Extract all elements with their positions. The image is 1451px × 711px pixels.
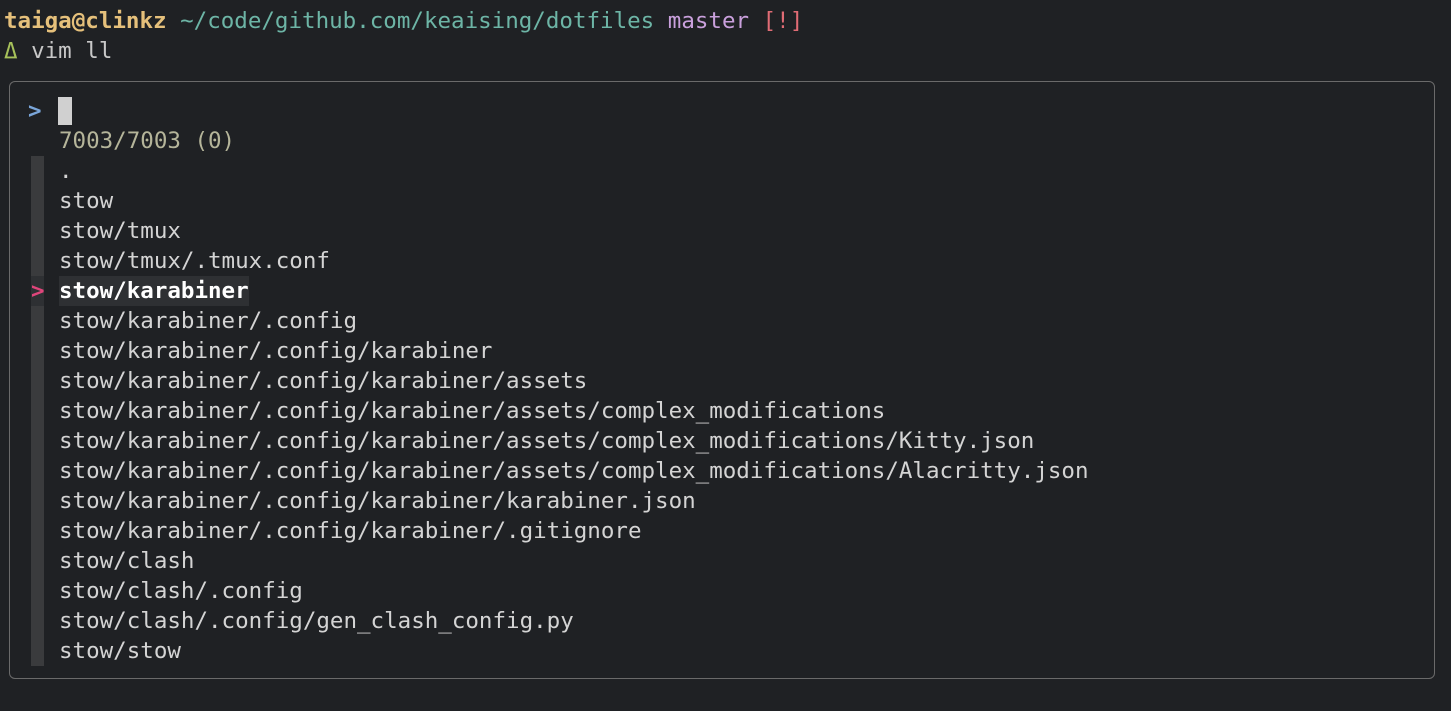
- result-path: stow/karabiner/.config/karabiner/assets/…: [59, 428, 1035, 454]
- prompt-symbol: Δ: [4, 38, 18, 64]
- user-host: taiga@clinkz: [4, 8, 167, 34]
- result-path: stow/clash/.config: [59, 578, 303, 604]
- result-path: stow/karabiner/.config/karabiner/assets/…: [59, 458, 1089, 484]
- git-status: [!]: [762, 8, 804, 34]
- result-path: stow/clash: [59, 548, 195, 574]
- result-path: stow/karabiner/.config/karabiner/karabin…: [59, 488, 696, 514]
- result-path: stow: [59, 188, 114, 214]
- selection-pointer-icon: >: [31, 276, 45, 306]
- result-path: stow/karabiner/.config/karabiner/assets/…: [59, 398, 886, 424]
- match-count: 7003/7003 (0): [59, 128, 236, 154]
- result-path: stow/karabiner/.config/karabiner/assets: [59, 368, 588, 394]
- result-path: stow/clash/.config/gen_clash_config.py: [59, 608, 574, 634]
- result-path: stow/tmux/.tmux.conf: [59, 248, 330, 274]
- text-cursor: [58, 97, 72, 125]
- result-path: stow/stow: [59, 638, 181, 664]
- results-gutter: [31, 156, 44, 666]
- command-line[interactable]: Δ vim ll: [4, 36, 112, 66]
- result-path: stow/karabiner/.config/karabiner/.gitign…: [59, 518, 642, 544]
- query-pointer-icon: >: [28, 98, 42, 124]
- result-path: stow/karabiner/.config/karabiner: [59, 338, 493, 364]
- command-text[interactable]: vim ll: [31, 38, 112, 64]
- result-path: stow/karabiner: [59, 276, 249, 306]
- result-path: stow/karabiner/.config: [59, 308, 358, 334]
- shell-prompt: taiga@clinkz ~/code/github.com/keaising/…: [4, 6, 803, 36]
- query-row[interactable]: >: [28, 96, 58, 126]
- result-path: stow/tmux: [59, 218, 181, 244]
- git-branch: master: [667, 8, 750, 34]
- current-directory: ~/code/github.com/keaising/dotfiles: [180, 8, 655, 34]
- result-path: .: [59, 158, 73, 184]
